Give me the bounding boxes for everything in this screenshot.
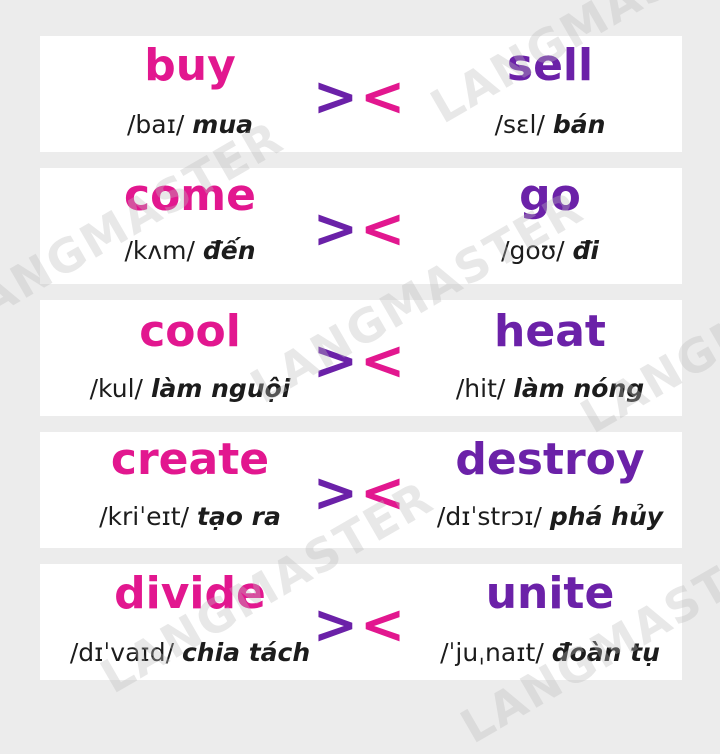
left-word: come [124, 170, 256, 221]
left-translation: /dɪˈvaɪd/ chia tách [70, 640, 310, 665]
right-meaning: phá hủy [549, 502, 664, 531]
right-translation: /goʊ/ đi [501, 238, 599, 263]
right-translation: /sɛl/ bán [495, 112, 606, 137]
left-word: divide [114, 568, 266, 619]
right-word: sell [506, 40, 594, 91]
right-ipa: /dɪˈstrɔɪ/ [436, 502, 542, 531]
antonym-card: create /kriˈeɪt/ tạo ra >< destroy /dɪˈs… [40, 432, 682, 548]
left-meaning: chia tách [181, 638, 311, 667]
right-translation: /dɪˈstrɔɪ/ phá hủy [437, 504, 663, 529]
antonym-separator: >< [312, 197, 408, 260]
right-meaning: đi [572, 236, 599, 265]
left-ipa: /kriˈeɪt/ [99, 502, 190, 531]
right-word: go [519, 170, 581, 221]
right-word: heat [494, 306, 606, 357]
right-translation: /ˈjuˌnaɪt/ đoàn tụ [440, 640, 660, 665]
antonym-card: cool /kul/ làm nguội >< heat /hit/ làm n… [40, 300, 682, 416]
right-meaning: bán [552, 110, 606, 139]
antonym-separator: >< [312, 65, 408, 128]
antonym-card: divide /dɪˈvaɪd/ chia tách >< unite /ˈju… [40, 564, 682, 680]
left-ipa: /kul/ [89, 374, 143, 403]
left-translation: /kul/ làm nguội [90, 376, 291, 401]
left-translation: /kʌm/ đến [124, 238, 255, 263]
left-word: cool [139, 306, 241, 357]
left-meaning: mua [192, 110, 253, 139]
right-ipa: /ˈjuˌnaɪt/ [440, 638, 544, 667]
right-ipa: /sɛl/ [494, 110, 545, 139]
right-word: destroy [455, 434, 645, 485]
left-ipa: /dɪˈvaɪd/ [69, 638, 174, 667]
left-meaning: làm nguội [150, 374, 291, 403]
right-meaning: làm nóng [513, 374, 645, 403]
left-ipa: /baɪ/ [127, 110, 185, 139]
left-word: create [110, 434, 270, 485]
left-ipa: /kʌm/ [124, 236, 195, 265]
antonym-card: buy /baɪ/ mua >< sell /sɛl/ bán [40, 36, 682, 152]
right-ipa: /hit/ [455, 374, 506, 403]
left-word: buy [144, 40, 236, 91]
antonym-separator: >< [312, 593, 408, 656]
left-translation: /baɪ/ mua [127, 112, 253, 137]
right-meaning: đoàn tụ [551, 638, 660, 667]
left-translation: /kriˈeɪt/ tạo ra [99, 504, 281, 529]
antonym-card: come /kʌm/ đến >< go /goʊ/ đi [40, 168, 682, 284]
right-ipa: /goʊ/ [501, 236, 565, 265]
left-meaning: tạo ra [196, 502, 281, 531]
left-meaning: đến [202, 236, 256, 265]
antonym-separator: >< [312, 461, 408, 524]
right-translation: /hit/ làm nóng [456, 376, 644, 401]
antonym-separator: >< [312, 329, 408, 392]
right-word: unite [485, 568, 615, 619]
